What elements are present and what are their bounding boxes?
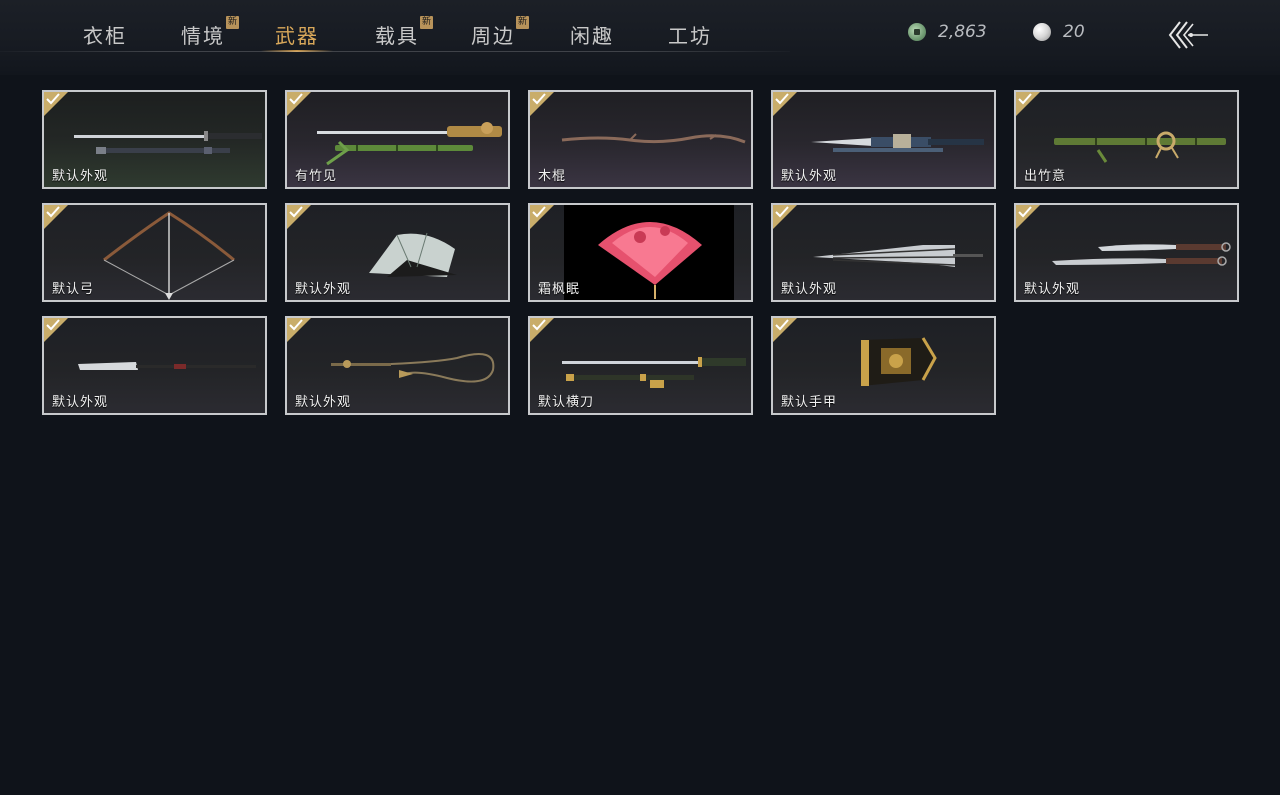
- checkmark-icon: [532, 319, 546, 331]
- new-badge: 新: [420, 16, 433, 29]
- checkmark-icon: [775, 93, 789, 105]
- weapon-name: 默认手甲: [781, 395, 838, 410]
- weapon-card[interactable]: 默认外观: [1014, 203, 1239, 302]
- tab-scenes[interactable]: 情境新: [181, 16, 239, 52]
- back-arrow-icon: [1168, 21, 1208, 49]
- weapon-card[interactable]: 默认外观: [771, 90, 996, 189]
- weapon-card[interactable]: 出竹意: [1014, 90, 1239, 189]
- tab-leisure[interactable]: 闲趣: [570, 20, 614, 52]
- weapon-name: 默认外观: [52, 169, 109, 184]
- weapon-name: 木棍: [538, 169, 567, 184]
- weapon-name: 默认横刀: [538, 395, 595, 410]
- weapon-card[interactable]: 默认外观: [285, 203, 510, 302]
- weapon-card[interactable]: 默认手甲: [771, 316, 996, 415]
- weapon-card[interactable]: 默认弓: [42, 203, 267, 302]
- checkmark-icon: [289, 206, 303, 218]
- tab-weapons[interactable]: 武器: [261, 20, 333, 52]
- tab-label: 工坊: [668, 24, 712, 48]
- coin-counter: 2,863: [908, 20, 987, 44]
- checkmark-icon: [1018, 206, 1032, 218]
- weapon-name: 默认外观: [781, 169, 838, 184]
- checkmark-icon: [289, 319, 303, 331]
- tab-label: 情境: [181, 24, 225, 48]
- checkmark-icon: [775, 319, 789, 331]
- checkmark-icon: [1018, 93, 1032, 105]
- weapon-card[interactable]: 默认外观: [42, 316, 267, 415]
- weapon-card[interactable]: 霜枫眠: [528, 203, 753, 302]
- tab-label: 周边: [471, 24, 515, 48]
- checkmark-icon: [289, 93, 303, 105]
- weapon-card[interactable]: 默认外观: [285, 316, 510, 415]
- weapon-name: 有竹见: [295, 169, 338, 184]
- checkmark-icon: [46, 206, 60, 218]
- weapon-name: 默认外观: [1024, 282, 1081, 297]
- tab-wardrobe[interactable]: 衣柜: [83, 20, 127, 52]
- tab-divider: [0, 51, 790, 52]
- pearl-counter: 20: [1033, 20, 1085, 44]
- tab-merch[interactable]: 周边新: [471, 16, 529, 52]
- tab-label: 衣柜: [83, 24, 127, 48]
- tab-label: 闲趣: [570, 24, 614, 48]
- new-badge: 新: [516, 16, 529, 29]
- checkmark-icon: [46, 319, 60, 331]
- weapon-name: 出竹意: [1024, 169, 1067, 184]
- weapon-card[interactable]: 木棍: [528, 90, 753, 189]
- category-tabs: 衣柜 情境新 武器 载具新 周边新 闲趣 工坊: [0, 0, 790, 56]
- weapon-card[interactable]: 默认外观: [42, 90, 267, 189]
- weapon-name: 霜枫眠: [538, 282, 581, 297]
- weapon-name: 默认外观: [781, 282, 838, 297]
- pearl-amount: 20: [1063, 22, 1085, 42]
- weapon-name: 默认外观: [295, 282, 352, 297]
- coin-amount: 2,863: [938, 22, 987, 42]
- weapon-name: 默认外观: [295, 395, 352, 410]
- checkmark-icon: [46, 93, 60, 105]
- tab-vehicles[interactable]: 载具新: [375, 16, 433, 52]
- new-badge: 新: [226, 16, 239, 29]
- weapon-card[interactable]: 有竹见: [285, 90, 510, 189]
- weapon-name: 默认外观: [52, 395, 109, 410]
- tab-label: 载具: [375, 24, 419, 48]
- weapon-card[interactable]: 默认外观: [771, 203, 996, 302]
- tab-workshop[interactable]: 工坊: [668, 20, 712, 52]
- weapon-name: 默认弓: [52, 282, 95, 297]
- pearl-icon: [1033, 23, 1051, 41]
- tab-label: 武器: [275, 24, 319, 48]
- top-bar: 衣柜 情境新 武器 载具新 周边新 闲趣 工坊 2,863 20: [0, 0, 1280, 75]
- checkmark-icon: [532, 206, 546, 218]
- back-button[interactable]: [1166, 18, 1210, 52]
- weapon-card[interactable]: 默认横刀: [528, 316, 753, 415]
- jade-coin-icon: [908, 23, 926, 41]
- checkmark-icon: [532, 93, 546, 105]
- checkmark-icon: [775, 206, 789, 218]
